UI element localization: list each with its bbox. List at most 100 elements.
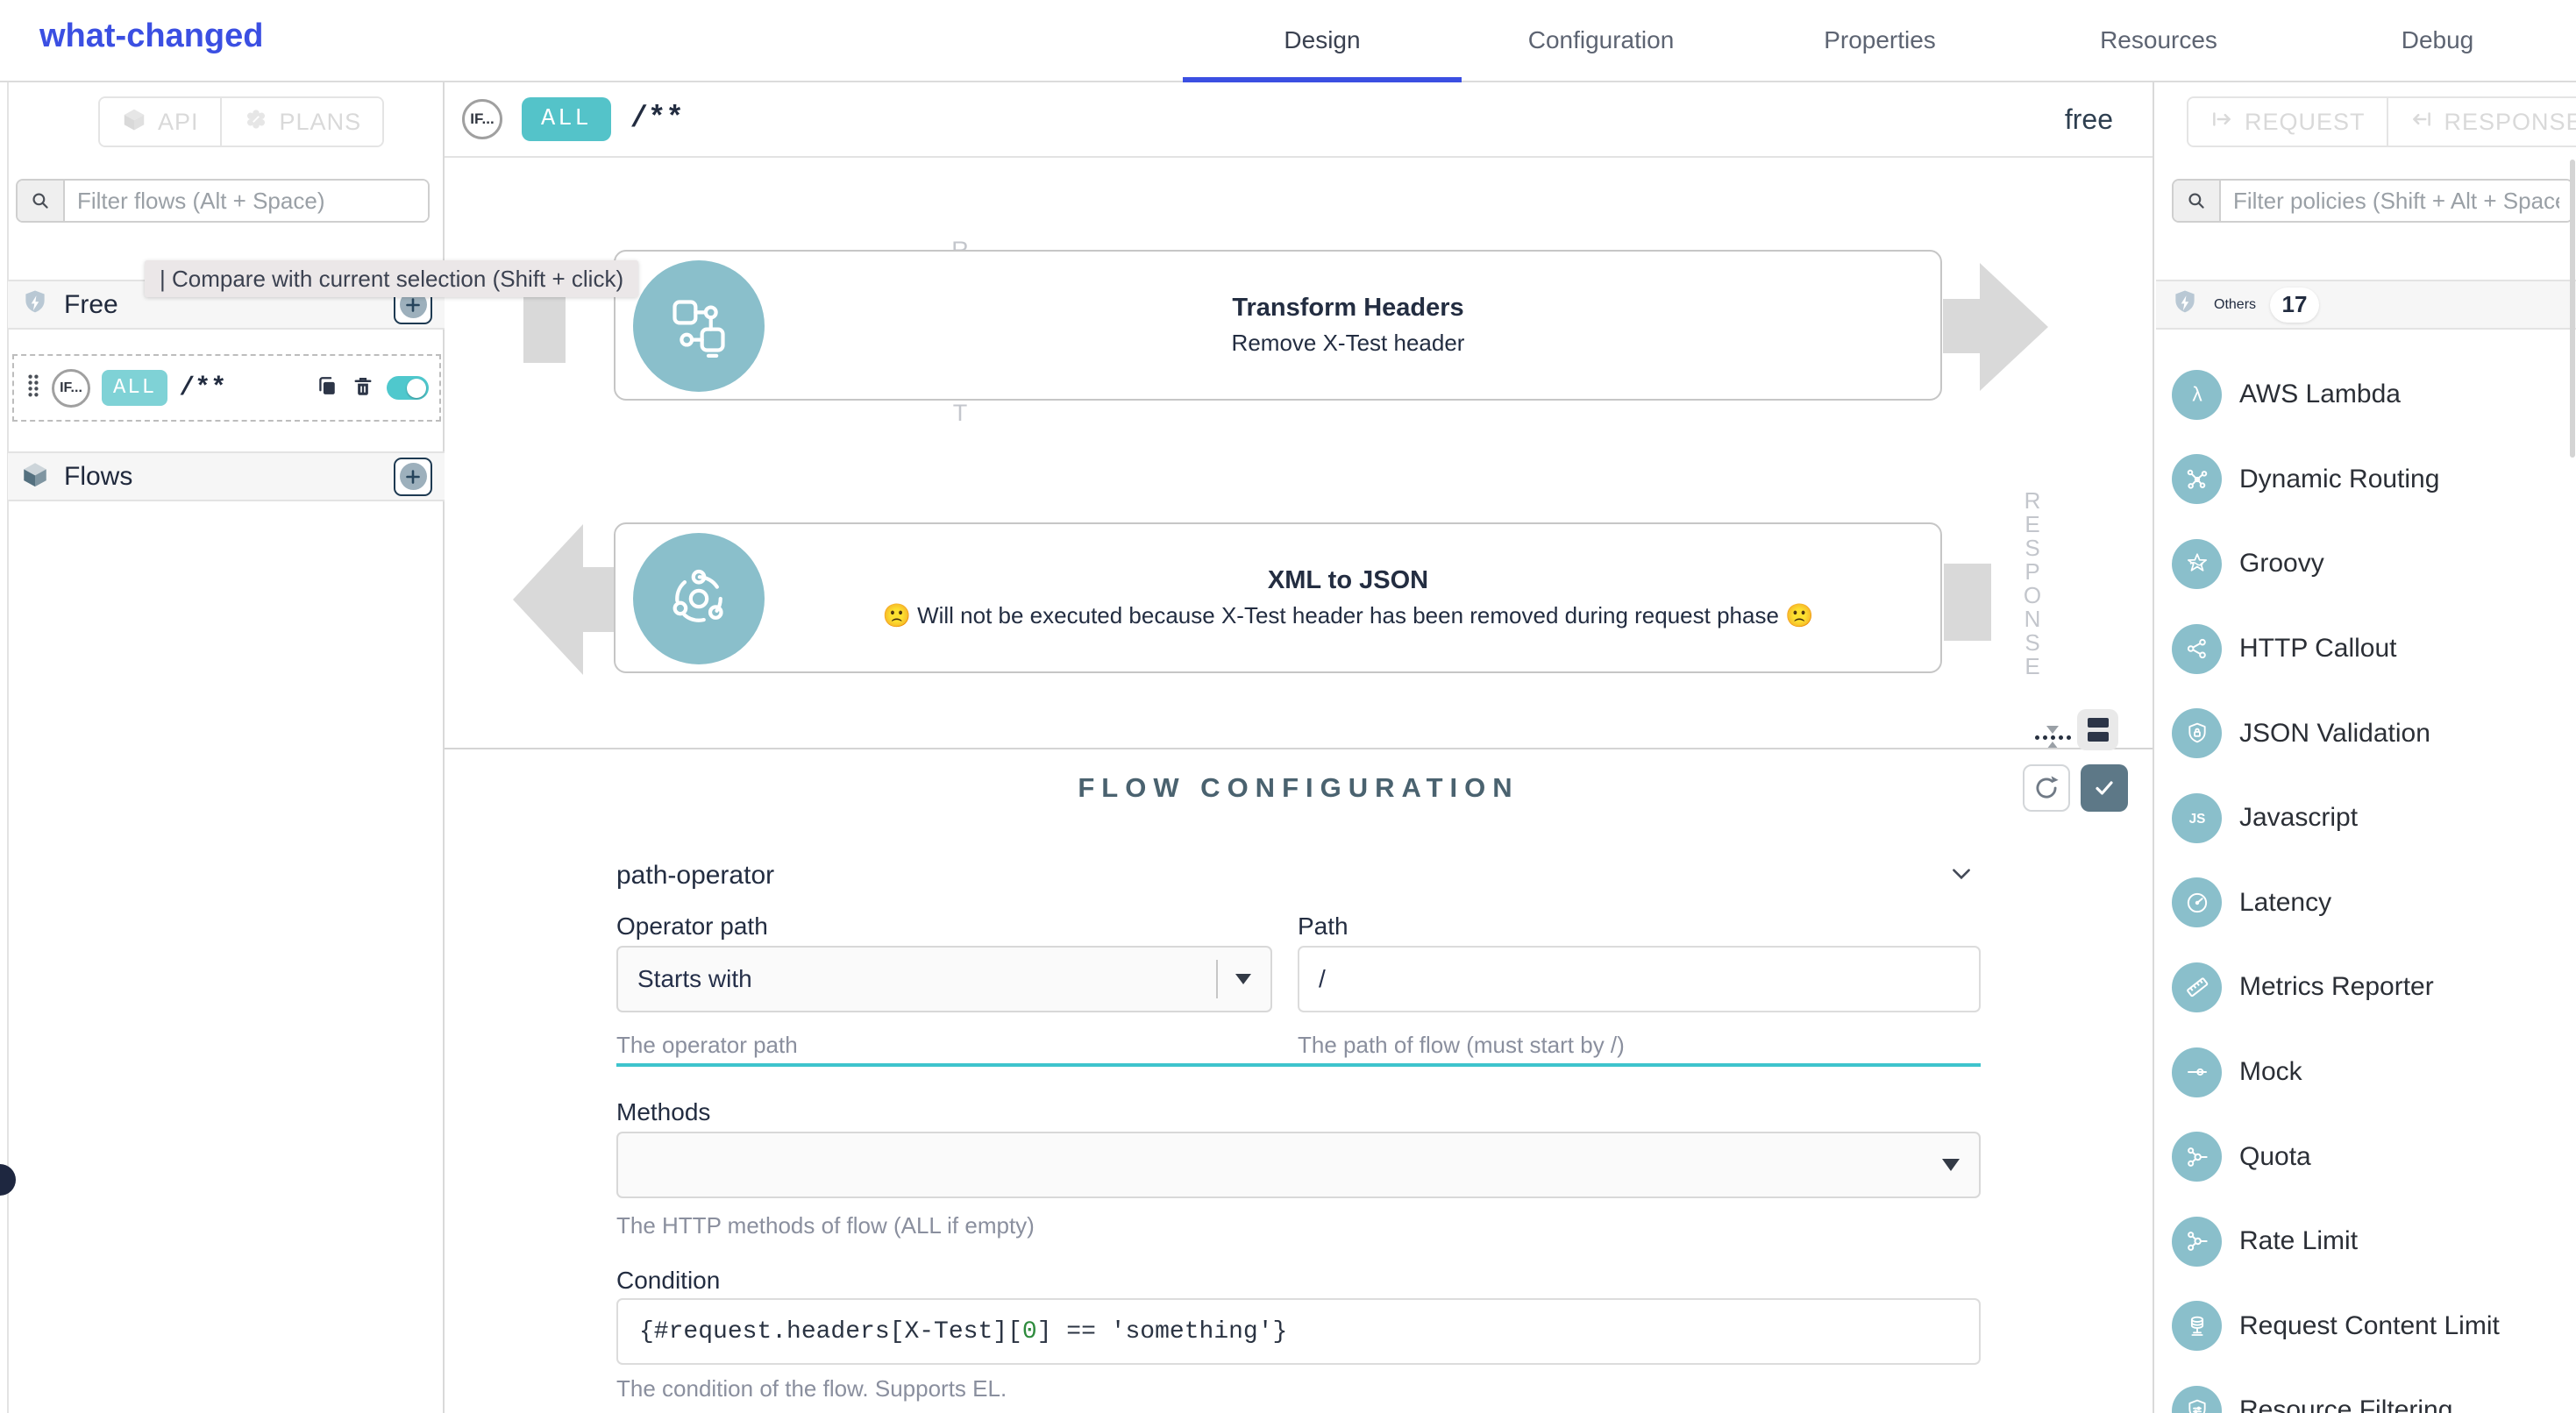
path-hint: The path of flow (must start by /) — [1298, 1032, 1625, 1059]
plans-button-label: PLANS — [280, 109, 362, 136]
flow-canvas: IF... ALL /** free REQUEST Transform Hea… — [445, 82, 2153, 748]
response-policy-card[interactable]: XML to JSON 🙁 Will not be executed becau… — [614, 522, 1942, 673]
path-input[interactable] — [1299, 948, 1979, 1011]
delete-flow-icon[interactable] — [351, 373, 375, 402]
arrow-bar-left-icon — [2409, 107, 2434, 138]
save-button[interactable] — [2081, 764, 2128, 812]
toggle-knob — [407, 379, 426, 398]
methods-select[interactable] — [616, 1132, 1981, 1198]
filter-policies-input[interactable] — [2221, 181, 2572, 221]
response-phase-label: RESPONSE — [2444, 109, 2576, 136]
policy-list: λ AWS Lambda Dynamic Routing Groovy — [2154, 352, 2576, 1413]
policy-item[interactable]: Dynamic Routing — [2154, 437, 2576, 522]
condition-code-highlight: 0 — [1022, 1318, 1037, 1346]
policy-item[interactable]: Resource Filtering — [2154, 1368, 2576, 1413]
rate-limit-icon — [2172, 1217, 2222, 1267]
search-icon — [2174, 181, 2221, 221]
scrollbar[interactable] — [2570, 160, 2575, 458]
policy-item[interactable]: Metrics Reporter — [2154, 945, 2576, 1030]
chevron-down-icon[interactable] — [1949, 862, 1974, 891]
policy-item[interactable]: λ AWS Lambda — [2154, 352, 2576, 437]
rotate-ccw-icon — [2032, 773, 2061, 803]
flow-enabled-toggle[interactable] — [387, 376, 429, 400]
tab-resources[interactable]: Resources — [2019, 0, 2298, 81]
policy-item[interactable]: Rate Limit — [2154, 1199, 2576, 1284]
latency-icon — [2172, 877, 2222, 927]
aws-lambda-icon: λ — [2172, 370, 2222, 420]
reset-button[interactable] — [2023, 764, 2070, 812]
arrow-bar-right-icon — [2210, 107, 2234, 138]
request-content-limit-icon — [2172, 1301, 2222, 1351]
condition-badge: IF... — [462, 99, 502, 139]
request-arrow-icon — [1980, 263, 2048, 391]
svg-text:JS: JS — [2188, 812, 2205, 827]
filter-policies-box — [2172, 179, 2573, 223]
request-policy-text: Transform Headers Remove X-Test header — [765, 252, 1932, 399]
others-section-header: Others 17 — [2156, 280, 2576, 330]
policy-item[interactable]: Groovy — [2154, 522, 2576, 607]
filter-flows-box — [16, 179, 430, 223]
request-arrow-tail — [1943, 299, 1982, 353]
response-arrow-tail — [581, 567, 616, 632]
operator-path-label: Operator path — [616, 912, 768, 941]
policy-item[interactable]: Latency — [2154, 861, 2576, 946]
policy-item[interactable]: HTTP Callout — [2154, 607, 2576, 692]
mock-icon — [2172, 1047, 2222, 1097]
request-policy-card[interactable]: Transform Headers Remove X-Test header — [614, 250, 1942, 401]
layout-toggle-button[interactable] — [2077, 709, 2118, 750]
javascript-icon: JS — [2172, 793, 2222, 843]
group-label: path-operator — [616, 861, 774, 891]
panel-resize-handle[interactable] — [2033, 726, 2072, 749]
policy-item[interactable]: JSON Validation — [2154, 691, 2576, 776]
condition-code: {#request.headers[X-Test][ — [639, 1318, 1022, 1346]
condition-input[interactable]: {#request.headers[X-Test][0] == 'somethi… — [616, 1298, 1981, 1365]
operator-path-select[interactable]: Starts with — [616, 946, 1272, 1012]
api-plans-switch: API PLANS — [98, 96, 384, 147]
flow-list-item[interactable]: IF... ALL /** — [12, 354, 441, 422]
dynamic-routing-icon — [2172, 454, 2222, 504]
condition-badge: IF... — [52, 369, 90, 408]
condition-hint: The condition of the flow. Supports EL. — [616, 1375, 1007, 1402]
add-flow-button[interactable] — [394, 458, 432, 496]
operator-path-value: Starts with — [637, 965, 752, 993]
plus-icon — [400, 463, 427, 490]
resize-dots-icon — [2035, 735, 2071, 740]
response-phase-button[interactable]: RESPONSE — [2387, 98, 2576, 146]
drag-handle-icon[interactable] — [26, 373, 40, 403]
search-icon — [18, 181, 65, 221]
response-phase-label: RESPONSE — [2019, 489, 2046, 678]
tab-configuration[interactable]: Configuration — [1462, 0, 1740, 81]
tab-properties[interactable]: Properties — [1740, 0, 2019, 81]
request-phase-button[interactable]: REQUEST — [2188, 98, 2387, 146]
response-arrow-icon — [513, 524, 583, 675]
tab-design[interactable]: Design — [1183, 0, 1462, 81]
policy-item[interactable]: Quota — [2154, 1114, 2576, 1199]
methods-chip: ALL — [102, 370, 167, 406]
policy-name: XML to JSON — [1268, 566, 1428, 595]
policy-item[interactable]: Request Content Limit — [2154, 1284, 2576, 1369]
compare-tooltip: | Compare with current selection (Shift … — [145, 260, 638, 297]
flow-configuration-panel: FLOW CONFIGURATION path-operator Operato… — [445, 748, 2153, 1413]
field-underline — [616, 1063, 1981, 1067]
select-divider — [1216, 960, 1218, 998]
metrics-reporter-icon — [2172, 962, 2222, 1012]
duplicate-flow-icon[interactable] — [315, 373, 339, 402]
path-label: Path — [1298, 912, 1348, 941]
active-tab-indicator — [1183, 77, 1462, 82]
filter-flows-input[interactable] — [65, 181, 428, 221]
request-phase-label: REQUEST — [2245, 109, 2366, 136]
flow-path: /** — [630, 103, 2046, 136]
layout-icon — [2088, 718, 2109, 728]
plans-button[interactable]: PLANS — [220, 98, 383, 146]
policy-item[interactable]: Mock — [2154, 1030, 2576, 1115]
check-icon — [2090, 774, 2118, 802]
api-button-label: API — [158, 109, 199, 136]
shield-bolt-icon — [20, 288, 50, 322]
api-button[interactable]: API — [100, 98, 220, 146]
plan-label: free — [2065, 103, 2113, 136]
transform-headers-icon — [633, 260, 765, 392]
policy-item[interactable]: JS Javascript — [2154, 776, 2576, 861]
tab-debug[interactable]: Debug — [2298, 0, 2576, 81]
response-connector — [1944, 564, 1991, 641]
phase-switch: REQUEST RESPONSE — [2187, 96, 2576, 147]
